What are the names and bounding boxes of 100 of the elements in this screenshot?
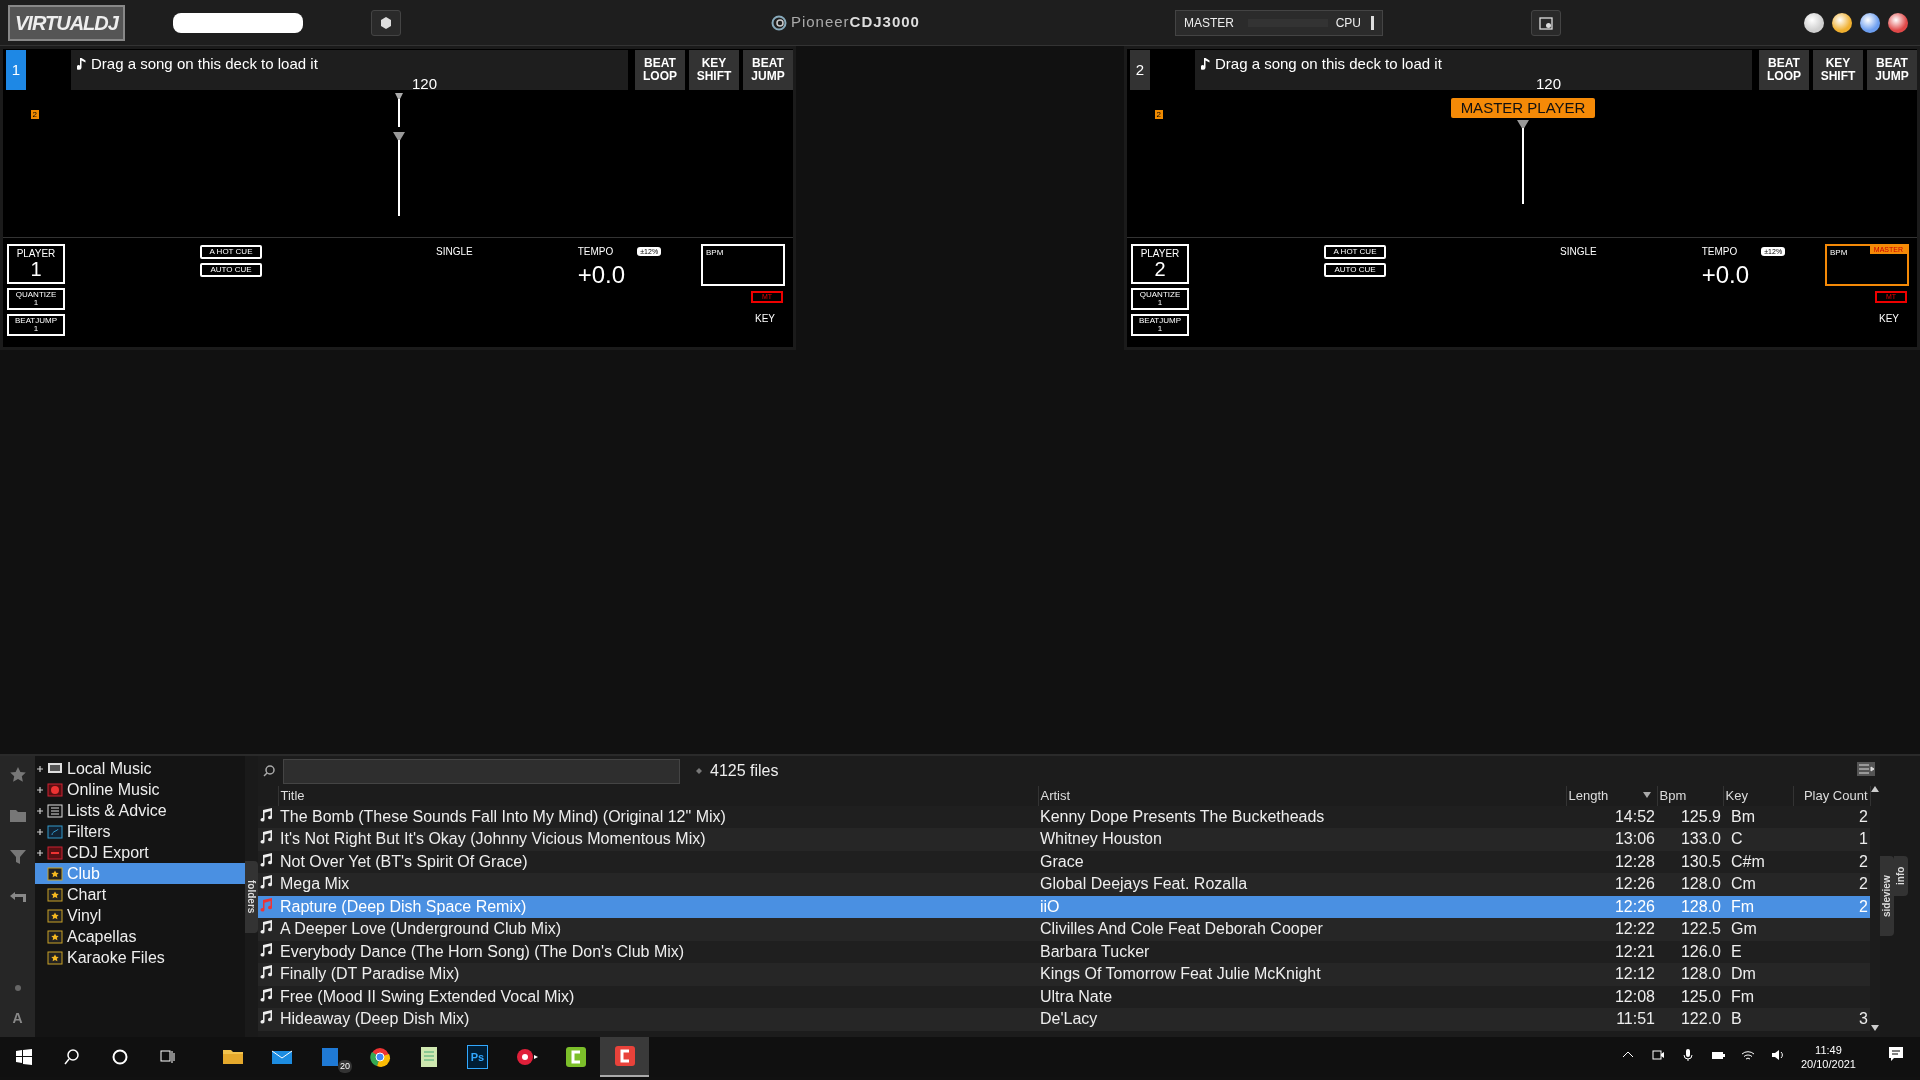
tree-item[interactable]: Lists & Advice [35, 800, 245, 821]
font-size-button[interactable]: A [12, 1008, 23, 1029]
track-bpm: 122.0 [1680, 1010, 1721, 1028]
track-row[interactable]: Mega Mix Global Deejays Feat. Rozalla 12:26 128.0 Cm 2 [258, 873, 1870, 896]
column-header[interactable]: Title [278, 786, 1038, 806]
box-button[interactable] [370, 9, 401, 36]
track-length: 11:51 [1616, 1010, 1655, 1028]
diamond-icon [696, 768, 702, 774]
track-bpm: 133.0 [1680, 830, 1721, 848]
display-field[interactable] [172, 12, 303, 33]
play-count: 2 [1859, 875, 1868, 893]
player-number: 1 [29, 259, 43, 279]
play-count: 3 [1859, 1010, 1868, 1028]
cue-button[interactable]: AUTO CUE [1324, 263, 1386, 277]
column-header[interactable]: Bpm [1657, 786, 1723, 806]
track-key: Bm [1731, 807, 1755, 825]
deck-button[interactable]: BEAT JUMP [743, 50, 793, 90]
bpm-readout: 120 [412, 75, 437, 91]
column-header[interactable]: Artist [1038, 786, 1566, 806]
track-row[interactable]: Free (Mood II Swing Extended Vocal Mix) Ultra Nate 12:08 125.0 Fm [258, 985, 1870, 1008]
search-icon [263, 765, 275, 777]
expand-icon [37, 849, 43, 856]
track-artist: iiO [1040, 897, 1060, 915]
track-artist: De'Lacy [1040, 1010, 1098, 1028]
track-length: 14:52 [1614, 807, 1655, 825]
column-header[interactable]: Length [1566, 786, 1657, 806]
square-icon [613, 1045, 636, 1067]
track-bpm: 128.0 [1680, 965, 1721, 983]
track-row[interactable]: Everybody Dance (The Horn Song) (The Don's Club Mix) Barbara Tucker 12:21 126.0 E [258, 940, 1870, 963]
restore-button[interactable] [1832, 12, 1852, 33]
track-title: Finally (DT Paradise Mix) [280, 965, 460, 983]
tree-item[interactable]: Filters [35, 821, 245, 842]
list-icon [47, 802, 63, 819]
player-label: PLAYER [15, 249, 57, 259]
info-tab[interactable]: info [1894, 856, 1908, 896]
clock[interactable]: 11:49 20/10/2021 [1800, 1042, 1856, 1072]
taskbar-app[interactable]: 20 [306, 1037, 355, 1077]
cue-button[interactable]: A HOT CUE [1324, 245, 1386, 259]
track-artist: Kenny Dope Presents The Bucketheads [1040, 807, 1325, 825]
tree-item[interactable]: Chart [35, 884, 245, 905]
beatjump-button[interactable]: BEATJUMP 1 [1131, 314, 1189, 336]
minimize-button[interactable] [1804, 12, 1824, 33]
deck-button[interactable]: BEAT LOOP [1759, 50, 1809, 90]
track-row[interactable]: A Deeper Love (Underground Club Mix) Clivilles And Cole Feat Deborah Cooper 12:22 122.5 Gm [258, 918, 1870, 941]
expand-icon [37, 828, 43, 835]
taskbar-app[interactable] [600, 1037, 649, 1077]
cue-button[interactable]: A HOT CUE [200, 245, 262, 259]
key-label: KEY [755, 312, 775, 326]
track-row[interactable]: Hideaway (Deep Dish Mix) De'Lacy 11:51 122.0 B 3 [258, 1008, 1870, 1031]
folders-tab[interactable]: folders [245, 861, 258, 933]
playhead-icon [1517, 120, 1529, 204]
quantize-button[interactable]: QUANTIZE 1 [7, 288, 65, 310]
track-row[interactable]: It's Not Right But It's Okay (Johnny Vicious Momentous Mix) Whitney Houston 13:06 133.0 C 1 [258, 828, 1870, 851]
music-note-icon [260, 875, 274, 890]
track-key: Cm [1731, 875, 1756, 893]
position-marker-icon [394, 93, 404, 127]
track-artist: Barbara Tucker [1040, 942, 1150, 960]
sideview-tab[interactable]: sideview [1880, 856, 1894, 936]
track-key: Gm [1731, 920, 1757, 938]
track-row[interactable]: Not Over Yet (BT's Spirit Of Grace) Grace 12:28 130.5 C#m 2 [258, 850, 1870, 873]
dot-icon [13, 984, 22, 992]
quantize-button[interactable]: QUANTIZE 1 [1131, 288, 1189, 310]
tree-item[interactable]: Online Music [35, 779, 245, 800]
track-key: Fm [1731, 987, 1755, 1005]
taskbar-app[interactable]: Ps [453, 1037, 502, 1077]
cue-button[interactable]: AUTO CUE [200, 263, 262, 277]
maximize-button[interactable] [1860, 12, 1880, 33]
deck-number[interactable]: 1 [6, 50, 26, 90]
export-icon [47, 844, 63, 861]
tree-item[interactable]: Local Music [35, 758, 245, 779]
beatjump-button[interactable]: BEATJUMP 1 [7, 314, 65, 336]
online-icon [47, 781, 63, 798]
deck-number[interactable]: 2 [1130, 50, 1150, 90]
cpu-meter [1371, 15, 1374, 30]
column-header[interactable]: Key [1723, 786, 1793, 806]
track-artist: Ultra Nate [1040, 987, 1113, 1005]
track-length: 12:08 [1614, 987, 1655, 1005]
track-artist: Whitney Houston [1040, 830, 1162, 848]
column-header[interactable]: Play Count [1793, 786, 1870, 806]
tree-item[interactable]: Acapellas [35, 926, 245, 947]
favorite-icon [8, 766, 27, 784]
calendar-button[interactable] [1530, 9, 1561, 36]
track-row[interactable]: The Bomb (These Sounds Fall Into My Mind) (Original 12" Mix) Kenny Dope Presents The Bucketheads 14:52 125.9 Bm 2 [258, 805, 1870, 828]
play-count: 2 [1859, 852, 1868, 870]
deck-button[interactable]: KEY SHIFT [1813, 50, 1863, 90]
tree-item[interactable]: CDJ Export [35, 842, 245, 863]
tree-item[interactable]: Karaoke Files [35, 947, 245, 968]
deck-button[interactable]: BEAT LOOP [635, 50, 685, 90]
deck-button[interactable]: BEAT JUMP [1867, 50, 1917, 90]
track-title: Mega Mix [280, 875, 350, 893]
deck-button[interactable]: KEY SHIFT [689, 50, 739, 90]
track-length: 12:26 [1614, 875, 1655, 893]
search-field[interactable] [283, 758, 680, 784]
brand-logo: PioneerCDJ3000 [790, 12, 920, 33]
track-key: B [1731, 1010, 1742, 1028]
track-row[interactable]: Finally (DT Paradise Mix) Kings Of Tomorrow Feat Julie McKnight 12:12 128.0 Dm [258, 963, 1870, 986]
tree-item[interactable]: Vinyl [35, 905, 245, 926]
close-button[interactable] [1888, 12, 1908, 33]
track-key: C [1731, 830, 1743, 848]
track-title: Hideaway (Deep Dish Mix) [280, 1010, 470, 1028]
